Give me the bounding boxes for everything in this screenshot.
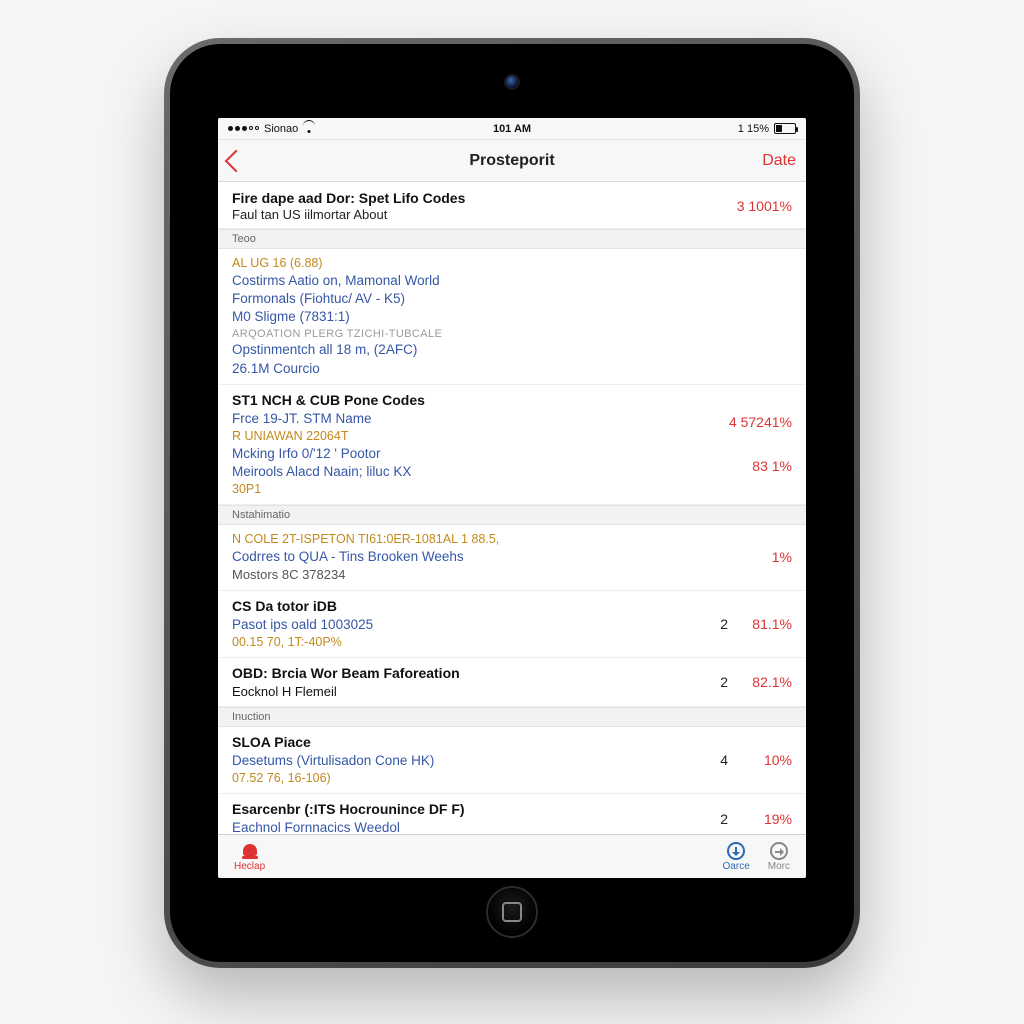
item-count: 2 bbox=[720, 811, 728, 827]
item-line: Meirools Alacd Naain; liluc KX bbox=[232, 463, 792, 481]
item-line: Mostors 8C 378234 bbox=[232, 566, 792, 584]
item-subtitle: Frce 19-JT. STM Name bbox=[232, 410, 792, 428]
item-subtitle: Eachnol Fornnacics Weedol bbox=[232, 819, 792, 834]
item-percent: 1% bbox=[772, 549, 792, 565]
item-line: 30P1 bbox=[232, 481, 792, 498]
item-line: 07.52 76, 16-106) bbox=[232, 770, 792, 787]
date-button[interactable]: Date bbox=[762, 152, 796, 170]
list-item[interactable]: AL UG 16 (6.88)Costirms Aatio on, Mamona… bbox=[218, 249, 806, 385]
item-line: Desetums (Virtulisadon Cone HK) bbox=[232, 752, 792, 770]
item-subtitle: Faul tan US iilmortar About bbox=[232, 207, 465, 222]
item-line: N COLE 2T-ISPETON TI61:0ER-1081AL 1 88.5… bbox=[232, 531, 792, 548]
tab-label: Heclap bbox=[234, 861, 265, 872]
item-line: AL UG 16 (6.88) bbox=[232, 255, 792, 272]
download-icon bbox=[727, 842, 745, 860]
item-title: Fire dape aad Dor: Spet Lifo Codes bbox=[232, 190, 465, 206]
item-title: Esarcenbr (:ITS Hocrounince DF F) bbox=[232, 800, 792, 819]
item-line: 00.15 70, 1T:-40P% bbox=[232, 634, 792, 651]
tab-label: Oarce bbox=[723, 861, 750, 872]
section-header: Nstahimatio bbox=[218, 505, 806, 525]
battery-label: 1 15% bbox=[738, 123, 769, 135]
item-line: Costirms Aatio on, Mamonal World bbox=[232, 272, 792, 290]
list-item[interactable]: OBD: Brcia Wor Beam Faforeation Eocknol … bbox=[218, 658, 806, 707]
tab-more[interactable]: Morc bbox=[768, 842, 790, 872]
item-line: ARQOATION PLERG TZICHI-TUBCALE bbox=[232, 327, 792, 342]
item-subtitle: Eocknol H Flemeil bbox=[232, 683, 792, 701]
item-percent: 10% bbox=[764, 752, 792, 768]
screen: Sionao 101 AM 1 15% Prosteporit Date Fir… bbox=[218, 118, 806, 878]
section-header: Inuction bbox=[218, 707, 806, 727]
status-bar: Sionao 101 AM 1 15% bbox=[218, 118, 806, 140]
item-percent: 83 1% bbox=[729, 458, 792, 474]
bell-icon bbox=[240, 842, 260, 860]
list-item[interactable]: CS Da totor iDB Pasot ips oald 100302500… bbox=[218, 591, 806, 658]
carrier-label: Sionao bbox=[264, 123, 298, 135]
more-icon bbox=[770, 842, 788, 860]
item-line: Mcking Irfo 0/'12 ' Pootor bbox=[232, 445, 792, 463]
item-percent: 19% bbox=[764, 811, 792, 827]
item-percent: 3 1001% bbox=[737, 198, 792, 214]
camera-icon bbox=[506, 76, 518, 88]
list-item[interactable]: ST1 NCH & CUB Pone Codes Frce 19-JT. STM… bbox=[218, 385, 806, 505]
item-line: Formonals (Fiohtuc/ AV - K5) bbox=[232, 290, 792, 308]
item-line: 26.1M Courcio bbox=[232, 360, 792, 378]
signal-dots-icon bbox=[228, 126, 259, 131]
tablet-bezel: Sionao 101 AM 1 15% Prosteporit Date Fir… bbox=[170, 44, 854, 962]
item-count: 2 bbox=[720, 616, 728, 632]
list-item[interactable]: SLOA Piace Desetums (Virtulisadon Cone H… bbox=[218, 727, 806, 794]
item-title: CS Da totor iDB bbox=[232, 597, 792, 616]
item-line: Pasot ips oald 1003025 bbox=[232, 616, 792, 634]
item-count: 4 bbox=[720, 752, 728, 768]
page-title: Prosteporit bbox=[469, 152, 554, 170]
item-title: SLOA Piace bbox=[232, 733, 792, 752]
clock-label: 101 AM bbox=[493, 123, 531, 135]
list-item[interactable]: Esarcenbr (:ITS Hocrounince DF F) Eachno… bbox=[218, 794, 806, 834]
tab-label: Morc bbox=[768, 861, 790, 872]
section-header: Teoo bbox=[218, 229, 806, 249]
item-percent: 4 57241% bbox=[729, 414, 792, 430]
nav-bar: Prosteporit Date bbox=[218, 140, 806, 182]
home-button[interactable] bbox=[486, 886, 538, 938]
item-line: Opstinmentch all 18 m, (2AFC) bbox=[232, 341, 792, 359]
tab-download[interactable]: Oarce bbox=[723, 842, 750, 872]
item-title: ST1 NCH & CUB Pone Codes bbox=[232, 391, 792, 410]
tab-alerts[interactable]: Heclap bbox=[234, 842, 265, 872]
item-line: R UNIAWAN 22064T bbox=[232, 428, 792, 445]
tab-bar: Heclap Oarce Morc bbox=[218, 834, 806, 878]
item-count: 2 bbox=[720, 674, 728, 690]
battery-icon bbox=[774, 123, 796, 134]
item-line: M0 Sligme (7831:1) bbox=[232, 308, 792, 326]
item-line: Codrres to QUA - Tins Brooken Weehs bbox=[232, 548, 792, 566]
item-percent: 82.1% bbox=[752, 674, 792, 690]
wifi-icon bbox=[303, 124, 315, 133]
content-scroll[interactable]: Fire dape aad Dor: Spet Lifo Codes Faul … bbox=[218, 182, 806, 834]
tablet-frame: Sionao 101 AM 1 15% Prosteporit Date Fir… bbox=[164, 38, 860, 968]
item-percent: 81.1% bbox=[752, 616, 792, 632]
list-item[interactable]: Fire dape aad Dor: Spet Lifo Codes Faul … bbox=[218, 182, 806, 229]
list-item[interactable]: N COLE 2T-ISPETON TI61:0ER-1081AL 1 88.5… bbox=[218, 525, 806, 591]
back-icon[interactable] bbox=[225, 149, 248, 172]
item-title: OBD: Brcia Wor Beam Faforeation bbox=[232, 664, 792, 683]
